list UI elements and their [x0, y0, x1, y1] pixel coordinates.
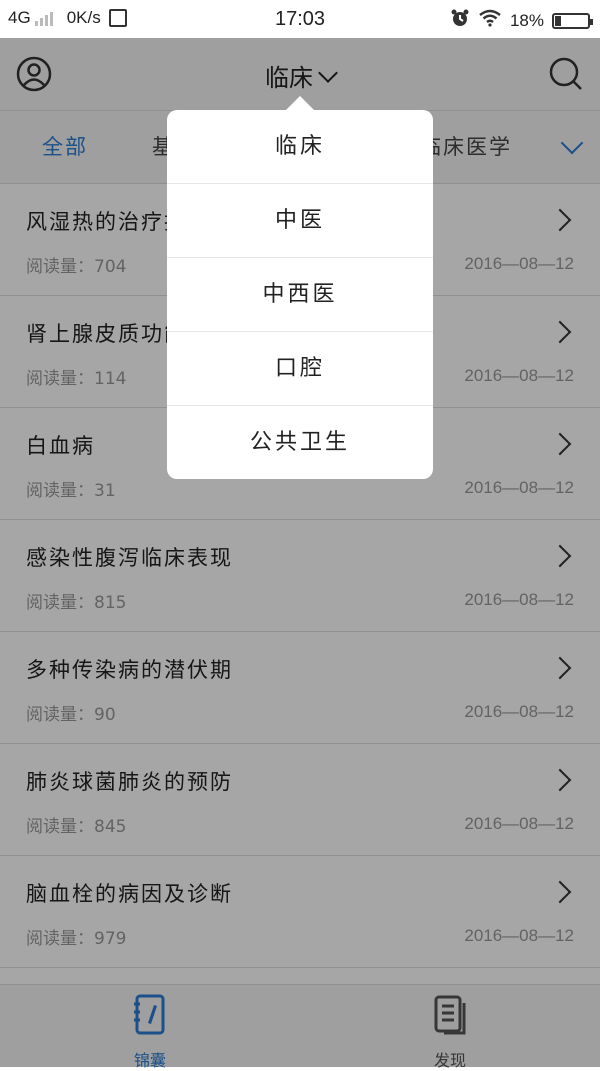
- dropdown-option-tcm[interactable]: 中医: [167, 184, 433, 258]
- dropdown-option-public-health[interactable]: 公共卫生: [167, 406, 433, 479]
- battery-icon: [552, 12, 593, 29]
- status-bar: 4G 0K/s 17:03 18%: [0, 0, 600, 38]
- status-right: 18%: [450, 8, 593, 33]
- battery-fill: [555, 15, 561, 26]
- dropdown-option-clinical[interactable]: 临床: [167, 110, 433, 184]
- alarm-icon: [450, 8, 470, 33]
- wifi-icon: [478, 9, 502, 32]
- dropdown-option-integrated[interactable]: 中西医: [167, 258, 433, 332]
- dropdown-caret: [286, 96, 314, 110]
- dropdown-option-dental[interactable]: 口腔: [167, 332, 433, 406]
- category-dropdown: 临床 中医 中西医 口腔 公共卫生: [167, 110, 433, 479]
- battery-percent: 18%: [509, 10, 544, 30]
